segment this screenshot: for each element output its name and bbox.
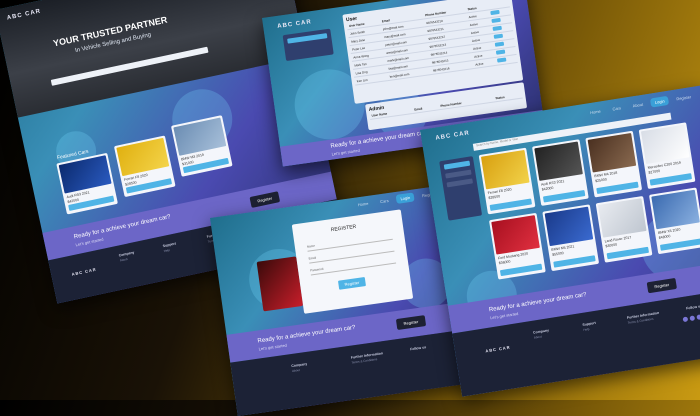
admin-sidebar xyxy=(282,28,334,62)
facebook-icon[interactable] xyxy=(682,316,689,323)
register-submit-button[interactable]: Register xyxy=(337,277,366,290)
edit-button[interactable] xyxy=(496,57,507,63)
nav-register[interactable]: Register xyxy=(672,91,696,103)
nav-cars[interactable]: Cars xyxy=(376,195,394,206)
footer-col-company: Company About xyxy=(291,361,308,374)
footer-col-company: Company About xyxy=(532,328,550,340)
car-image-bmw xyxy=(173,117,227,156)
filter-search-button[interactable] xyxy=(443,160,471,170)
car-card[interactable]: BMW M4 2018 $25000 xyxy=(585,130,643,198)
footer-brand: ABC CAR xyxy=(71,266,98,277)
nav-login[interactable]: Login xyxy=(650,95,670,107)
footer-col-follow: Follow us xyxy=(409,345,427,352)
view-details-button[interactable] xyxy=(553,255,596,268)
register-car-image xyxy=(256,256,304,312)
footer-col-support: Support Help xyxy=(582,320,597,332)
car-price: $42000 xyxy=(541,185,554,192)
view-details-button[interactable] xyxy=(542,190,586,203)
nav-home[interactable]: Home xyxy=(585,105,605,117)
cta-register-button[interactable]: Register xyxy=(395,315,427,331)
view-details-button[interactable] xyxy=(659,238,700,251)
car-card[interactable]: BMW M5 2021 $55000 xyxy=(542,204,600,272)
footer-col-follow: Follow us xyxy=(685,304,700,311)
register-form: REGISTER Name Email Password Register xyxy=(291,209,414,314)
edit-button[interactable] xyxy=(492,25,502,31)
car-card[interactable]: BMW M3 2019 $31000 xyxy=(170,115,233,177)
car-image-blue-audi xyxy=(58,155,112,194)
car-price: $55000 xyxy=(551,251,565,257)
view-details-button[interactable] xyxy=(596,181,639,195)
car-image xyxy=(587,133,637,173)
edit-button[interactable] xyxy=(490,9,500,16)
filter-select[interactable] xyxy=(446,178,474,188)
footer-col-info: Further InformationTerms & Conditions xyxy=(350,351,384,365)
car-price: $27000 xyxy=(648,168,661,175)
edit-button[interactable] xyxy=(495,49,506,55)
filter-select[interactable] xyxy=(445,169,472,179)
car-image xyxy=(480,149,530,190)
nav-home[interactable]: Home xyxy=(353,198,373,210)
edit-button[interactable] xyxy=(491,17,501,24)
edit-button[interactable] xyxy=(493,33,504,39)
cta-sub: Let's get started xyxy=(331,147,361,157)
view-details-button[interactable] xyxy=(606,246,650,260)
instagram-icon[interactable] xyxy=(696,314,700,320)
twitter-icon[interactable] xyxy=(689,315,696,322)
car-price: $30000 xyxy=(605,242,618,249)
brand-logo[interactable]: ABC CAR xyxy=(277,19,312,30)
view-details-button[interactable] xyxy=(499,263,543,277)
car-card[interactable]: Audi RS3 2021 $42000 xyxy=(531,139,589,206)
footer-col-info: Further InformationTerms & Conditions xyxy=(626,310,660,325)
car-card[interactable]: BMW X5 2020 $48000 xyxy=(648,187,700,255)
view-details-button[interactable] xyxy=(489,198,533,211)
edit-button[interactable] xyxy=(494,41,505,47)
car-image xyxy=(491,215,540,255)
footer-brand: ABC CAR xyxy=(484,344,511,354)
car-price: $28500 xyxy=(488,194,501,201)
social-icons xyxy=(682,313,700,323)
car-image xyxy=(597,198,647,238)
cta-sub: Let's get started xyxy=(258,342,288,352)
car-image-yellow-ferrari xyxy=(116,137,170,176)
view-details-button[interactable] xyxy=(649,173,693,186)
car-card[interactable]: Ferrari F8 2020 $28500 xyxy=(113,135,176,198)
listing-page-screenshot: ABC CAR Home Cars About Login Register S… xyxy=(420,85,700,397)
car-card[interactable]: Ferrari F8 2020 $28500 xyxy=(478,147,536,215)
car-card[interactable]: Audi RS3 2021 $42000 xyxy=(56,152,118,215)
car-price: $25000 xyxy=(594,177,608,184)
nav-cars[interactable]: Cars xyxy=(608,102,626,113)
car-image xyxy=(534,141,583,181)
cta-text: Ready for a achieve your dream car? xyxy=(257,324,356,345)
car-card[interactable]: Land Rover 2017 $30000 xyxy=(595,195,653,263)
footer-col-company: Company About xyxy=(118,250,135,263)
register-title: REGISTER xyxy=(330,223,357,234)
cta-register-button[interactable]: Register xyxy=(249,191,281,208)
nav-about[interactable]: About xyxy=(628,99,648,111)
car-card[interactable]: Ford Mustang 2020 $36000 xyxy=(488,212,546,280)
nav-login[interactable]: Login xyxy=(395,191,415,204)
car-price: $36000 xyxy=(498,259,511,266)
car-image xyxy=(544,206,594,247)
cta-register-button[interactable]: Register xyxy=(646,277,677,294)
car-image xyxy=(640,124,690,165)
sidebar-item-users[interactable] xyxy=(287,33,328,44)
car-price: $48000 xyxy=(658,234,671,240)
car-card[interactable]: Mercedes C200 2019 $27000 xyxy=(638,122,696,190)
car-image xyxy=(651,189,700,230)
filter-panel xyxy=(439,156,483,221)
footer-col-support: Support Help xyxy=(162,241,177,254)
